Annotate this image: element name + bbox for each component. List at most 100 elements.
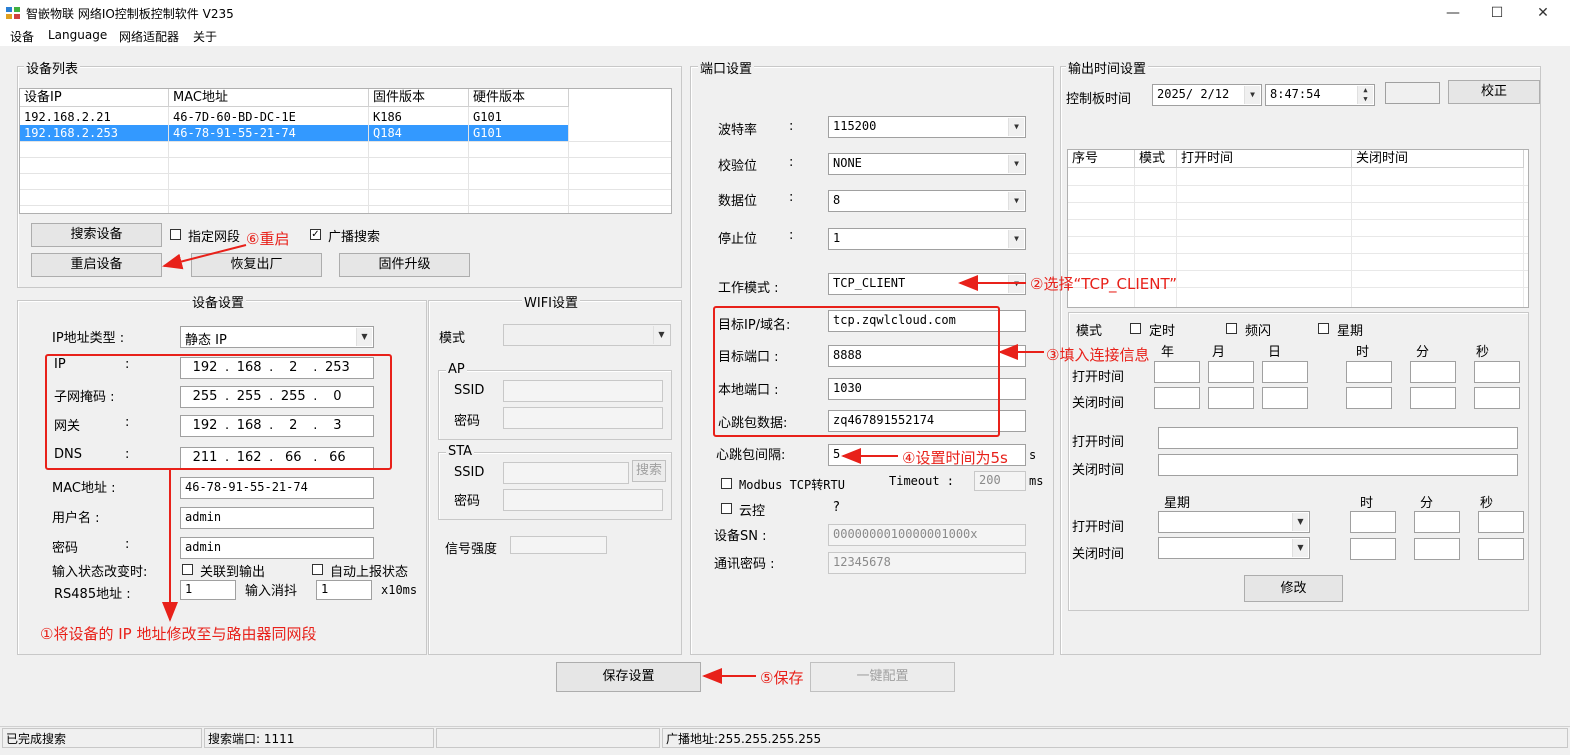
username-label: 用户名 : (52, 511, 100, 526)
week-open-second-field[interactable] (1478, 511, 1524, 533)
open-day-field[interactable] (1262, 361, 1308, 383)
col-hardware[interactable]: 硬件版本 (469, 89, 569, 107)
sta-password-field[interactable] (503, 489, 663, 511)
mac-field[interactable]: 46-78-91-55-21-74 (180, 477, 374, 499)
col-mac[interactable]: MAC地址 (169, 89, 369, 107)
flash-checkbox[interactable] (1226, 323, 1237, 334)
annotation-box-connection (713, 306, 1000, 437)
rs485-field[interactable]: 1 (180, 580, 236, 600)
close-month-field[interactable] (1208, 387, 1254, 409)
comm-password-label: 通讯密码 : (714, 557, 775, 572)
factory-reset-button[interactable]: 恢复出厂 (191, 253, 322, 277)
link-output-checkbox[interactable] (182, 564, 193, 575)
open-second-field[interactable] (1474, 361, 1520, 383)
modify-button[interactable]: 修改 (1244, 575, 1343, 602)
parity-select[interactable]: NONE ▼ (828, 153, 1026, 175)
password-field[interactable]: admin (180, 537, 374, 559)
minimize-button[interactable]: — (1430, 0, 1476, 26)
baud-rate-select[interactable]: 115200 ▼ (828, 116, 1026, 138)
databits-select[interactable]: 8 ▼ (828, 190, 1026, 212)
stopbits-label: 停止位 (718, 232, 758, 247)
week-close-hour-field[interactable] (1350, 538, 1396, 560)
table-row-selected[interactable]: 192.168.2.253 46-78-91-55-21-74 Q184 G10… (20, 125, 569, 141)
wifi-search-button[interactable]: 搜索 (632, 460, 666, 482)
close-second-field[interactable] (1474, 387, 1520, 409)
sta-ssid-field[interactable] (503, 462, 629, 484)
chevron-down-icon: ▼ (1008, 192, 1024, 210)
close-minute-field[interactable] (1410, 387, 1456, 409)
open-minute-field[interactable] (1410, 361, 1456, 383)
board-date-picker[interactable]: 2025/ 2/12 ▼ (1152, 84, 1262, 106)
flash-close-time-field[interactable] (1158, 454, 1518, 476)
ap-ssid-field[interactable] (503, 380, 663, 402)
device-sn-field[interactable]: 0000000010000001000x (828, 524, 1026, 546)
work-mode-select[interactable]: TCP_CLIENT ▼ (828, 273, 1026, 295)
ap-password-field[interactable] (503, 407, 663, 429)
menu-network-adapter[interactable]: 网络适配器 (119, 28, 179, 45)
debounce-field[interactable]: 1 (316, 580, 372, 600)
specify-segment-checkbox[interactable] (170, 229, 181, 240)
time-status-box (1385, 82, 1440, 104)
firmware-upgrade-button[interactable]: 固件升级 (339, 253, 470, 277)
week-open-minute-field[interactable] (1414, 511, 1460, 533)
work-mode-label: 工作模式 : (718, 281, 779, 296)
weekday-header: 星期 (1164, 496, 1191, 511)
chevron-down-icon: ▼ (1008, 155, 1024, 173)
col-index[interactable]: 序号 (1068, 150, 1135, 168)
broadcast-address-text: 广播地址:255.255.255.255 (662, 728, 1568, 748)
menu-device[interactable]: 设备 (10, 28, 34, 45)
search-device-button[interactable]: 搜索设备 (31, 223, 162, 247)
search-port-text: 搜索端口: 1111 (204, 728, 434, 748)
sta-ssid-label: SSID (454, 465, 485, 480)
week-close-second-field[interactable] (1478, 538, 1524, 560)
open-hour-field[interactable] (1346, 361, 1392, 383)
one-click-config-button[interactable]: 一键配置 (810, 662, 955, 692)
close-day-field[interactable] (1262, 387, 1308, 409)
username-field[interactable]: admin (180, 507, 374, 529)
auto-report-checkbox[interactable] (312, 564, 323, 575)
timeout-field[interactable]: 200 (974, 471, 1026, 491)
col-firmware[interactable]: 固件版本 (369, 89, 469, 107)
chevron-down-icon: ▼ (356, 328, 372, 346)
menu-about[interactable]: 关于 (193, 28, 217, 45)
calibrate-button[interactable]: 校正 (1448, 80, 1540, 104)
broadcast-search-checkbox[interactable]: ✓ (310, 229, 321, 240)
close-button[interactable]: ✕ (1520, 0, 1566, 26)
close-time-label: 关闭时间 (1072, 396, 1125, 411)
maximize-button[interactable]: ☐ (1474, 0, 1520, 26)
broadcast-search-label: 广播搜索 (328, 230, 381, 245)
close-hour-field[interactable] (1346, 387, 1392, 409)
week-open-select[interactable]: ▼ (1158, 511, 1310, 533)
ap-ssid-label: SSID (454, 383, 485, 398)
col-open-time[interactable]: 打开时间 (1177, 150, 1352, 168)
modbus-label: Modbus TCP转RTU (739, 478, 845, 492)
ip-type-value: 静态 IP (185, 333, 227, 348)
cell-mac: 46-78-91-55-21-74 (173, 126, 296, 140)
open-month-field[interactable] (1208, 361, 1254, 383)
menu-language[interactable]: Language (48, 28, 107, 42)
password-colon: : (125, 537, 130, 552)
table-row[interactable]: 192.168.2.21 46-7D-60-BD-DC-1E K186 G101 (20, 109, 569, 125)
week-close-minute-field[interactable] (1414, 538, 1460, 560)
stopbits-select[interactable]: 1 ▼ (828, 228, 1026, 250)
help-icon[interactable]: ? (833, 500, 840, 515)
cloud-checkbox[interactable] (721, 503, 732, 514)
week-checkbox[interactable] (1318, 323, 1329, 334)
week-minute-header: 分 (1420, 496, 1434, 511)
flash-open-time-field[interactable] (1158, 427, 1518, 449)
wifi-mode-select[interactable]: ▼ (503, 324, 671, 346)
timer-checkbox[interactable] (1130, 323, 1141, 334)
save-settings-button[interactable]: 保存设置 (556, 662, 701, 692)
week-open-hour-field[interactable] (1350, 511, 1396, 533)
ip-type-select[interactable]: 静态 IP ▼ (180, 326, 374, 348)
week-close-select[interactable]: ▼ (1158, 537, 1310, 559)
col-device-ip[interactable]: 设备IP (20, 89, 169, 107)
modbus-checkbox[interactable] (721, 478, 732, 489)
open-year-field[interactable] (1154, 361, 1200, 383)
comm-password-field[interactable]: 12345678 (828, 552, 1026, 574)
col-close-time[interactable]: 关闭时间 (1352, 150, 1524, 168)
close-year-field[interactable] (1154, 387, 1200, 409)
restart-device-button[interactable]: 重启设备 (31, 253, 162, 277)
board-time-picker[interactable]: 8:47:54 ▲ ▼ (1265, 84, 1375, 106)
col-mode[interactable]: 模式 (1135, 150, 1177, 168)
